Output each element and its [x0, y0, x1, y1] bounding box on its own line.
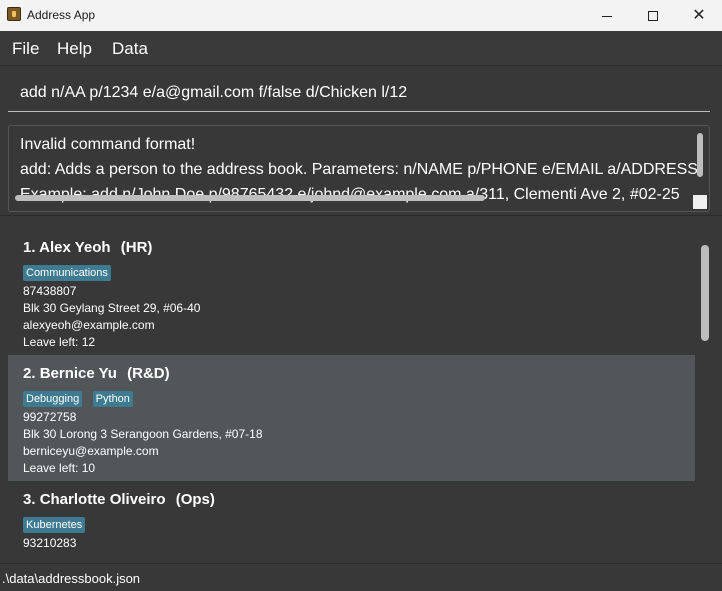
person-index: 1.: [23, 239, 36, 256]
person-name-text: Bernice Yu: [39, 365, 117, 382]
person-name: 1. Alex Yeoh (HR): [23, 239, 680, 261]
tag-list: Communications: [23, 263, 680, 283]
person-name-text: Charlotte Oliveiro: [39, 491, 166, 508]
result-display-area: Invalid command format! add: Adds a pers…: [0, 120, 722, 216]
person-address: Blk 30 Geylang Street 29, #06-40: [23, 301, 201, 315]
person-name: 3. Charlotte Oliveiro (Ops): [23, 491, 680, 513]
person-card[interactable]: 2. Bernice Yu (R&D) Debugging Python 992…: [8, 355, 695, 481]
menu-file[interactable]: File: [12, 39, 39, 59]
person-list-area: 1. Alex Yeoh (HR) Communications 8743880…: [0, 217, 722, 563]
person-address: Blk 30 Lorong 3 Serangoon Gardens, #07-1…: [23, 427, 263, 441]
tag-list: Kubernetes: [23, 515, 680, 535]
tag: Communications: [23, 265, 111, 281]
tag: Python: [92, 391, 133, 407]
person-phone: 87438807: [23, 284, 77, 298]
person-leave: Leave left: 10: [23, 461, 96, 475]
tag-list: Debugging Python: [23, 389, 680, 409]
person-name: 2. Bernice Yu (R&D): [23, 365, 680, 387]
scroll-corner: [693, 195, 707, 209]
person-phone: 93210283: [23, 536, 77, 550]
person-card[interactable]: 1. Alex Yeoh (HR) Communications 8743880…: [8, 229, 695, 355]
minimize-icon: [602, 15, 612, 17]
maximize-button[interactable]: [630, 0, 676, 31]
result-line: Invalid command format!: [20, 136, 196, 153]
menu-help[interactable]: Help: [57, 39, 92, 59]
command-box: [0, 65, 722, 120]
person-card[interactable]: 3. Charlotte Oliveiro (Ops) Kubernetes 9…: [8, 481, 695, 551]
result-display[interactable]: Invalid command format! add: Adds a pers…: [8, 125, 710, 212]
person-name-text: Alex Yeoh: [39, 239, 111, 256]
person-index: 2.: [23, 365, 36, 382]
person-leave: Leave left: 12: [23, 335, 96, 349]
tag: Kubernetes: [23, 517, 86, 533]
person-index: 3.: [23, 491, 36, 508]
result-vertical-scrollbar[interactable]: [697, 133, 703, 177]
person-department: (R&D): [127, 365, 170, 382]
person-department: (Ops): [175, 491, 215, 508]
title-bar: Address App ✕: [0, 0, 722, 31]
result-horizontal-scrollbar[interactable]: [15, 195, 485, 201]
person-list: 1. Alex Yeoh (HR) Communications 8743880…: [8, 229, 713, 551]
menu-bar: File Help Data: [0, 31, 722, 65]
maximize-icon: [648, 11, 658, 22]
command-input[interactable]: [8, 74, 710, 112]
person-department: (HR): [120, 239, 153, 256]
app-icon: [7, 7, 21, 21]
minimize-button[interactable]: [584, 0, 630, 31]
menu-data[interactable]: Data: [112, 39, 148, 59]
person-phone: 99272758: [23, 410, 77, 424]
person-email: alexyeoh@example.com: [23, 318, 155, 332]
person-email: berniceyu@example.com: [23, 444, 159, 458]
result-line: add: Adds a person to the address book. …: [20, 161, 698, 178]
status-file-path: .\data\addressbook.json: [2, 571, 141, 586]
tag: Debugging: [23, 391, 83, 407]
window-title: Address App: [27, 8, 96, 22]
person-list-scrollbar[interactable]: [701, 245, 709, 341]
close-button[interactable]: ✕: [676, 0, 722, 31]
status-bar: .\data\addressbook.json: [0, 563, 722, 591]
close-icon: ✕: [692, 7, 706, 24]
